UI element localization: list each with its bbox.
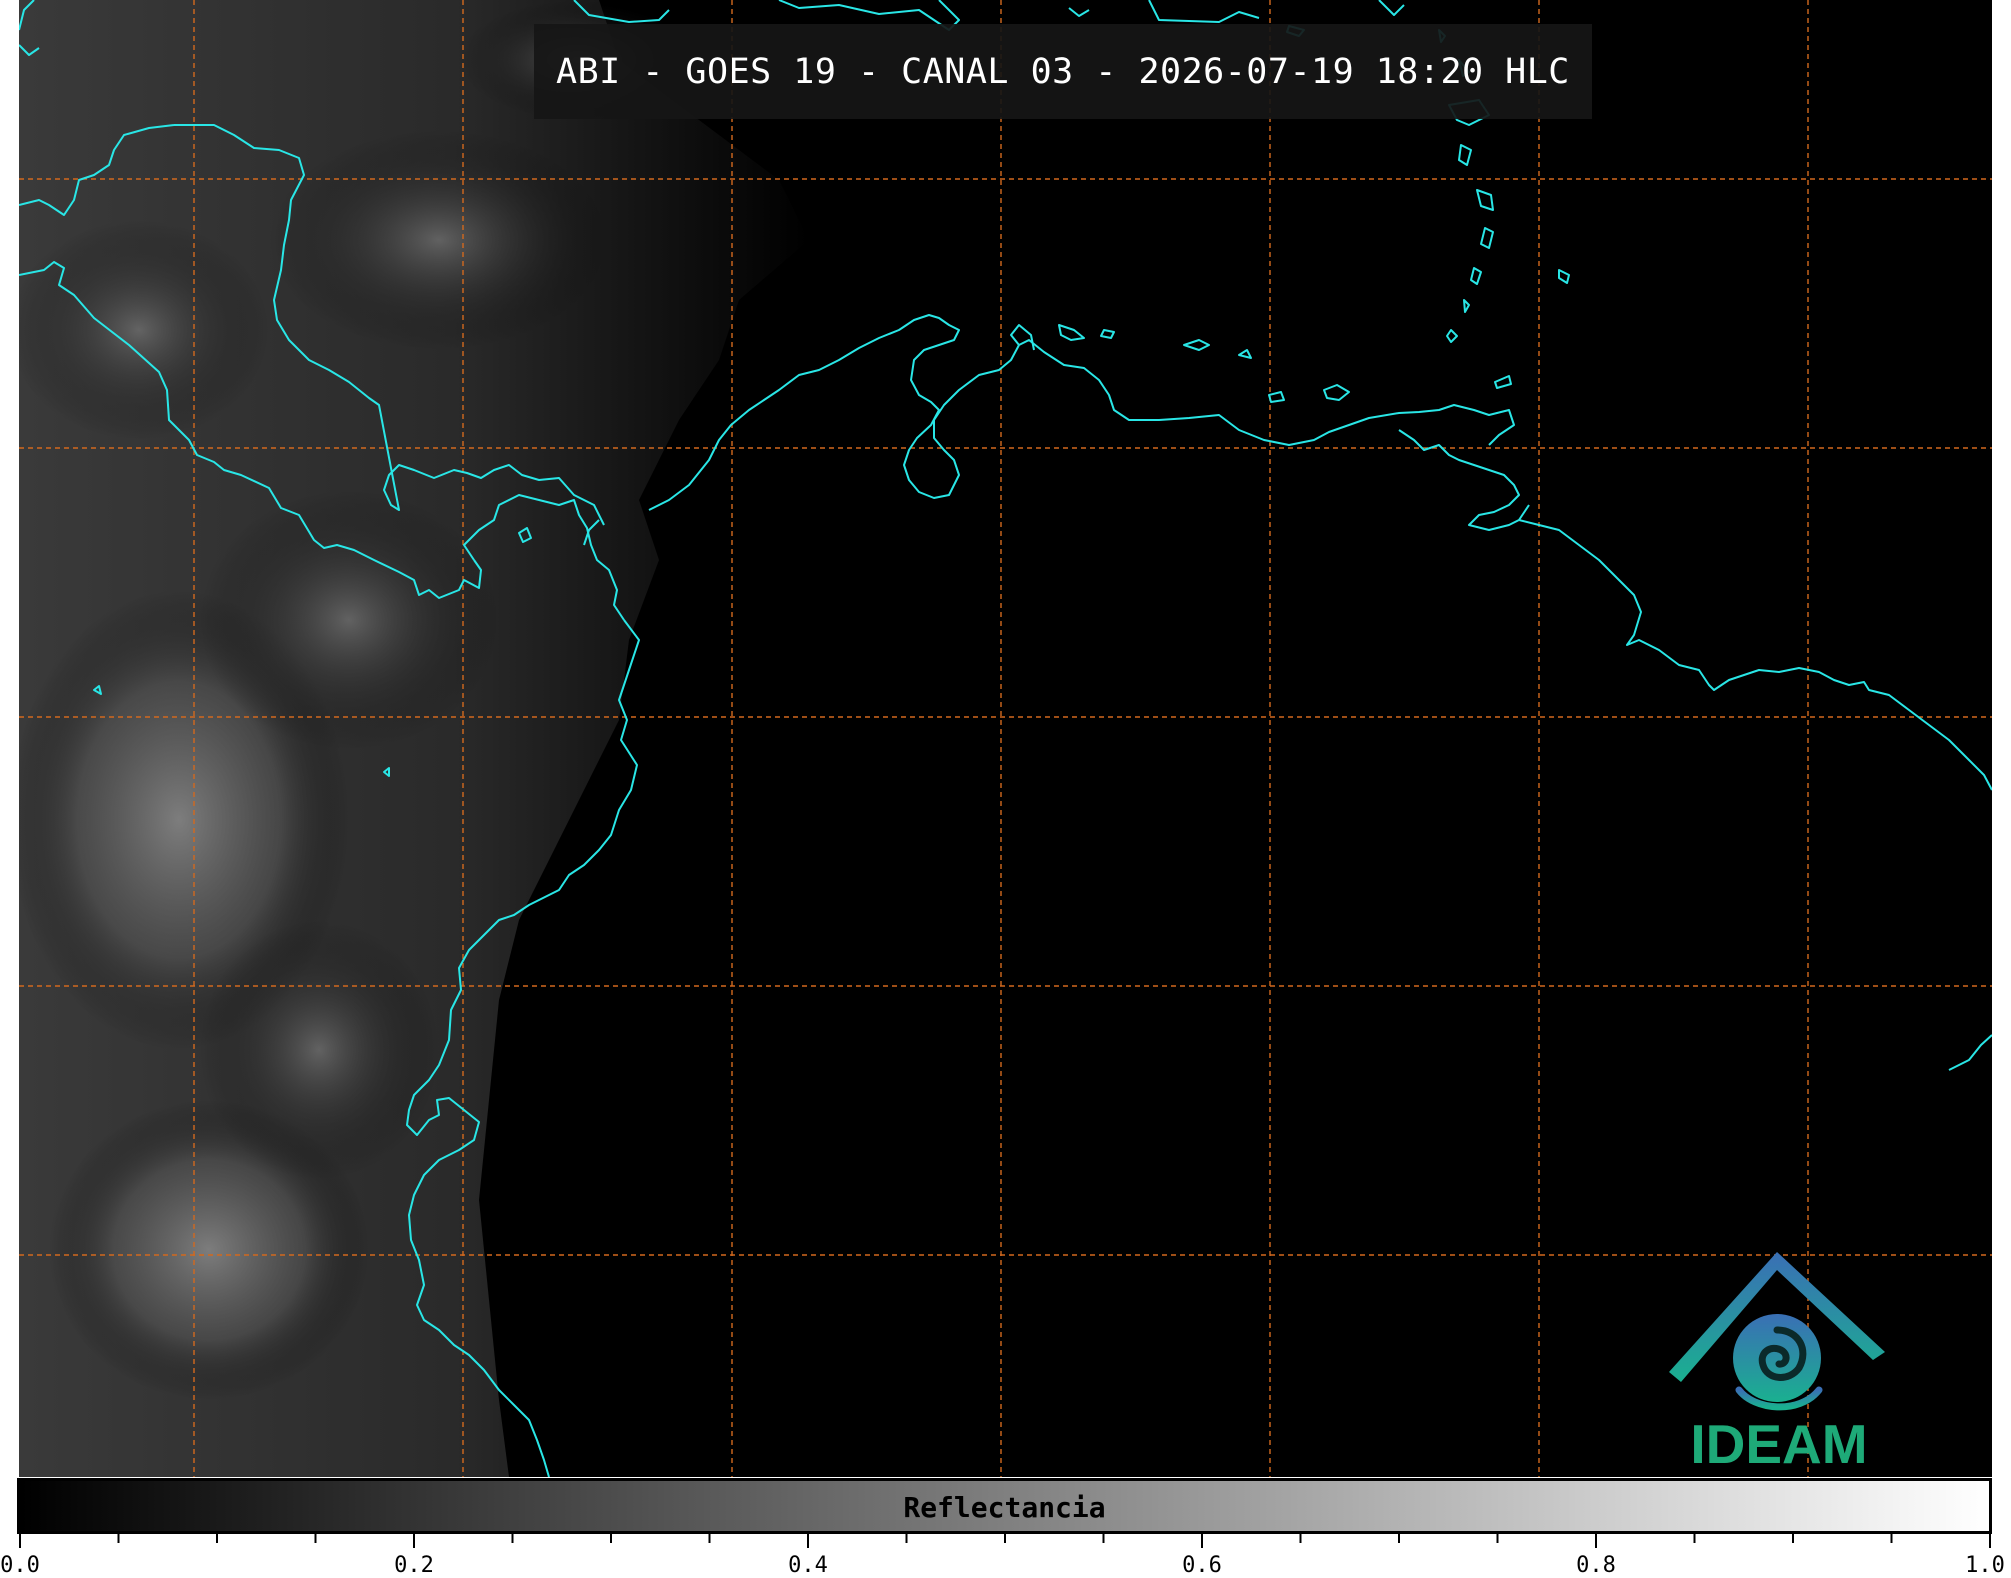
cloud-patch xyxy=(199,920,439,1180)
logo-text: IDEAM xyxy=(1690,1413,1868,1475)
coastline xyxy=(1378,0,1405,16)
colorbar-tick-label: 0.8 xyxy=(1576,1553,1616,1578)
coastline xyxy=(1494,375,1512,389)
coastline xyxy=(1463,299,1470,313)
colorbar-tick-label: 0.0 xyxy=(0,1553,40,1578)
colorbar: Reflectancia xyxy=(17,1478,1992,1534)
ideam-emblem-icon xyxy=(1669,1252,1885,1411)
coastline xyxy=(1238,349,1252,359)
cloud-patch xyxy=(269,130,609,350)
colorbar-label: Reflectancia xyxy=(903,1491,1106,1524)
coastline xyxy=(648,314,1515,511)
coastline xyxy=(1476,189,1494,211)
ideam-logo: IDEAM xyxy=(1659,1250,1899,1475)
colorbar-tick-label: 1.0 xyxy=(1965,1553,2005,1578)
colorbar-tick-label: 0.6 xyxy=(1182,1553,1222,1578)
cloud-patch xyxy=(199,490,499,750)
coastline xyxy=(1446,329,1458,343)
coastline xyxy=(1010,324,1035,351)
colorbar-tick-label: 0.4 xyxy=(788,1553,828,1578)
coastline xyxy=(1480,227,1494,249)
coastline xyxy=(1558,269,1570,284)
cloud-patch xyxy=(19,220,269,440)
coastline xyxy=(1458,144,1472,166)
coastline xyxy=(1268,391,1285,403)
coastline xyxy=(1058,324,1085,341)
coastline xyxy=(1068,7,1090,17)
colorbar-ticks xyxy=(19,1534,1991,1548)
coastline xyxy=(1148,0,1260,23)
title-banner: ABI - GOES 19 - CANAL 03 - 2026-07-19 18… xyxy=(534,24,1592,119)
map-title: ABI - GOES 19 - CANAL 03 - 2026-07-19 18… xyxy=(556,51,1570,92)
coastline xyxy=(1100,329,1115,339)
coastline xyxy=(1323,384,1350,401)
coastline xyxy=(1518,519,1992,791)
coastline xyxy=(1470,267,1482,285)
coastline xyxy=(1183,339,1210,351)
colorbar-tick-label: 0.2 xyxy=(394,1553,434,1578)
satellite-map: ABI - GOES 19 - CANAL 03 - 2026-07-19 18… xyxy=(19,0,1992,1477)
coastline xyxy=(1948,1034,1992,1071)
coastline xyxy=(1398,429,1530,531)
